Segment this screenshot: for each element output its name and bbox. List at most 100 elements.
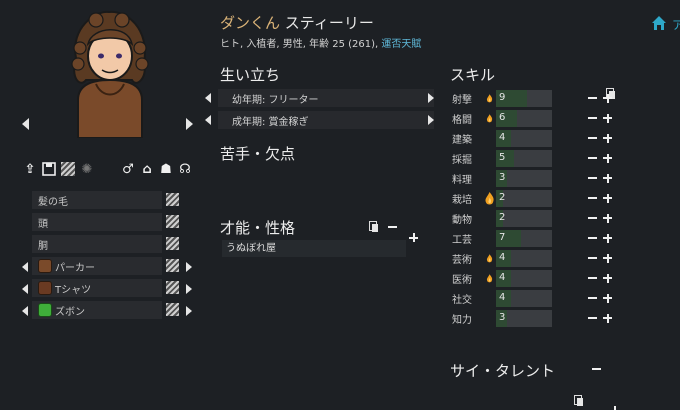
skill-increase-button[interactable] — [603, 153, 612, 163]
minor-passion-icon[interactable] — [482, 91, 496, 105]
pants-icon — [38, 303, 52, 317]
skill-level-bar[interactable]: 2 — [496, 189, 552, 207]
passion-slot[interactable] — [482, 151, 496, 165]
skill-decrease-button[interactable] — [588, 117, 597, 119]
helmet-icon[interactable]: ☗ — [158, 161, 174, 177]
parka-icon — [38, 259, 52, 273]
apparel-row-parka[interactable]: パーカー — [32, 257, 162, 275]
skill-level-bar[interactable]: 3 — [496, 309, 552, 327]
headgear-icon[interactable]: ☊ — [177, 161, 193, 177]
minor-passion-icon[interactable] — [482, 251, 496, 265]
skill-level-bar[interactable]: 4 — [496, 129, 552, 147]
skill-decrease-button[interactable] — [588, 97, 597, 99]
apparel-next-arrow[interactable] — [186, 262, 192, 272]
skill-level-bar[interactable]: 6 — [496, 109, 552, 127]
save-icon[interactable] — [41, 161, 57, 177]
childhood-next-arrow[interactable] — [428, 93, 434, 103]
skill-increase-button[interactable] — [603, 213, 612, 223]
adulthood-row[interactable]: 成年期: 賞金稼ぎ — [218, 111, 434, 129]
skill-increase-button[interactable] — [603, 173, 612, 183]
skill-level-bar[interactable]: 7 — [496, 229, 552, 247]
skill-decrease-button[interactable] — [588, 217, 597, 219]
skill-increase-button[interactable] — [603, 313, 612, 323]
export-icon[interactable]: ⇪ — [22, 161, 38, 177]
skill-level-bar[interactable]: 4 — [496, 289, 552, 307]
apparel-color-swatch[interactable] — [166, 215, 179, 228]
apparel-color-swatch[interactable] — [166, 237, 179, 250]
skill-decrease-button[interactable] — [588, 197, 597, 199]
pattern-icon[interactable] — [60, 161, 76, 177]
adulthood-next-arrow[interactable] — [428, 115, 434, 125]
childhood-row[interactable]: 幼年期: フリーター — [218, 89, 434, 107]
minor-passion-icon[interactable] — [482, 111, 496, 125]
apparel-prev-arrow[interactable] — [22, 306, 28, 316]
passion-slot[interactable] — [482, 231, 496, 245]
home-icon[interactable] — [650, 14, 668, 32]
skill-decrease-button[interactable] — [588, 177, 597, 179]
skill-decrease-button[interactable] — [588, 137, 597, 139]
apparel-color-swatch[interactable] — [166, 193, 179, 206]
passion-slot[interactable] — [482, 291, 496, 305]
gender-male-icon[interactable]: ♂ — [120, 161, 136, 177]
left-toolbar: ⇪ ✺ — [22, 160, 98, 178]
next-pawn-arrow[interactable] — [186, 118, 193, 130]
passion-slot[interactable] — [482, 131, 496, 145]
childhood-prev-arrow[interactable] — [205, 93, 211, 103]
remove-psytalent-button[interactable] — [592, 368, 601, 370]
passion-slot[interactable] — [482, 171, 496, 185]
add-psytalent-button[interactable] — [610, 406, 619, 410]
passion-slot[interactable] — [482, 211, 496, 225]
copy-psy-icon[interactable] — [574, 395, 583, 406]
skill-adjust — [588, 313, 612, 323]
apparel-prev-arrow[interactable] — [22, 262, 28, 272]
apparel-prev-arrow[interactable] — [22, 284, 28, 294]
skill-level-bar[interactable]: 4 — [496, 269, 552, 287]
skill-increase-button[interactable] — [603, 233, 612, 243]
skill-decrease-button[interactable] — [588, 237, 597, 239]
skill-increase-button[interactable] — [603, 293, 612, 303]
pawn-name[interactable]: ダンくん スティーリー — [220, 12, 374, 33]
skill-decrease-button[interactable] — [588, 297, 597, 299]
ideology-link[interactable]: 運否天賦 — [381, 39, 421, 50]
skill-decrease-button[interactable] — [588, 157, 597, 159]
add-trait-button[interactable] — [409, 233, 418, 242]
apparel-next-arrow[interactable] — [186, 306, 192, 316]
skill-increase-button[interactable] — [603, 193, 612, 203]
apparel-row-pants[interactable]: ズボン — [32, 301, 162, 319]
apparel-color-swatch[interactable] — [166, 281, 179, 294]
apparel-color-swatch[interactable] — [166, 303, 179, 316]
passion-slot[interactable] — [482, 311, 496, 325]
skill-decrease-button[interactable] — [588, 257, 597, 259]
skill-increase-button[interactable] — [603, 133, 612, 143]
skill-level-bar[interactable]: 4 — [496, 249, 552, 267]
skill-increase-button[interactable] — [603, 273, 612, 283]
skill-adjust — [588, 173, 612, 183]
prev-pawn-arrow[interactable] — [22, 118, 29, 130]
skill-level-bar[interactable]: 9 — [496, 89, 552, 107]
minor-passion-icon[interactable] — [482, 271, 496, 285]
major-passion-icon[interactable] — [482, 191, 496, 205]
skill-increase-button[interactable] — [603, 253, 612, 263]
skill-decrease-button[interactable] — [588, 277, 597, 279]
skill-level-value: 4 — [499, 251, 506, 263]
apparel-color-swatch[interactable] — [166, 259, 179, 272]
apparel-row-torso[interactable]: 胴 — [32, 235, 162, 253]
adulthood-prev-arrow[interactable] — [205, 115, 211, 125]
skill-decrease-button[interactable] — [588, 317, 597, 319]
top-right-label[interactable]: ア — [672, 16, 680, 33]
skill-level-bar[interactable]: 2 — [496, 209, 552, 227]
apparel-next-arrow[interactable] — [186, 284, 192, 294]
home-icon[interactable]: ⌂ — [139, 161, 155, 177]
skill-increase-button[interactable] — [603, 113, 612, 123]
skill-level-bar[interactable]: 3 — [496, 169, 552, 187]
apparel-row-hair[interactable]: 髪の毛 — [32, 191, 162, 209]
skill-level-bar[interactable]: 5 — [496, 149, 552, 167]
randomize-icon[interactable]: ✺ — [79, 161, 95, 177]
psytalent-title: サイ・タレント — [450, 362, 556, 380]
trait-item[interactable]: うぬぼれ屋 — [222, 240, 406, 257]
remove-trait-button[interactable] — [388, 226, 397, 228]
skill-increase-button[interactable] — [603, 93, 612, 103]
apparel-row-head[interactable]: 頭 — [32, 213, 162, 231]
copy-icon[interactable] — [369, 221, 378, 232]
apparel-row-tshirt[interactable]: Tシャツ — [32, 279, 162, 297]
